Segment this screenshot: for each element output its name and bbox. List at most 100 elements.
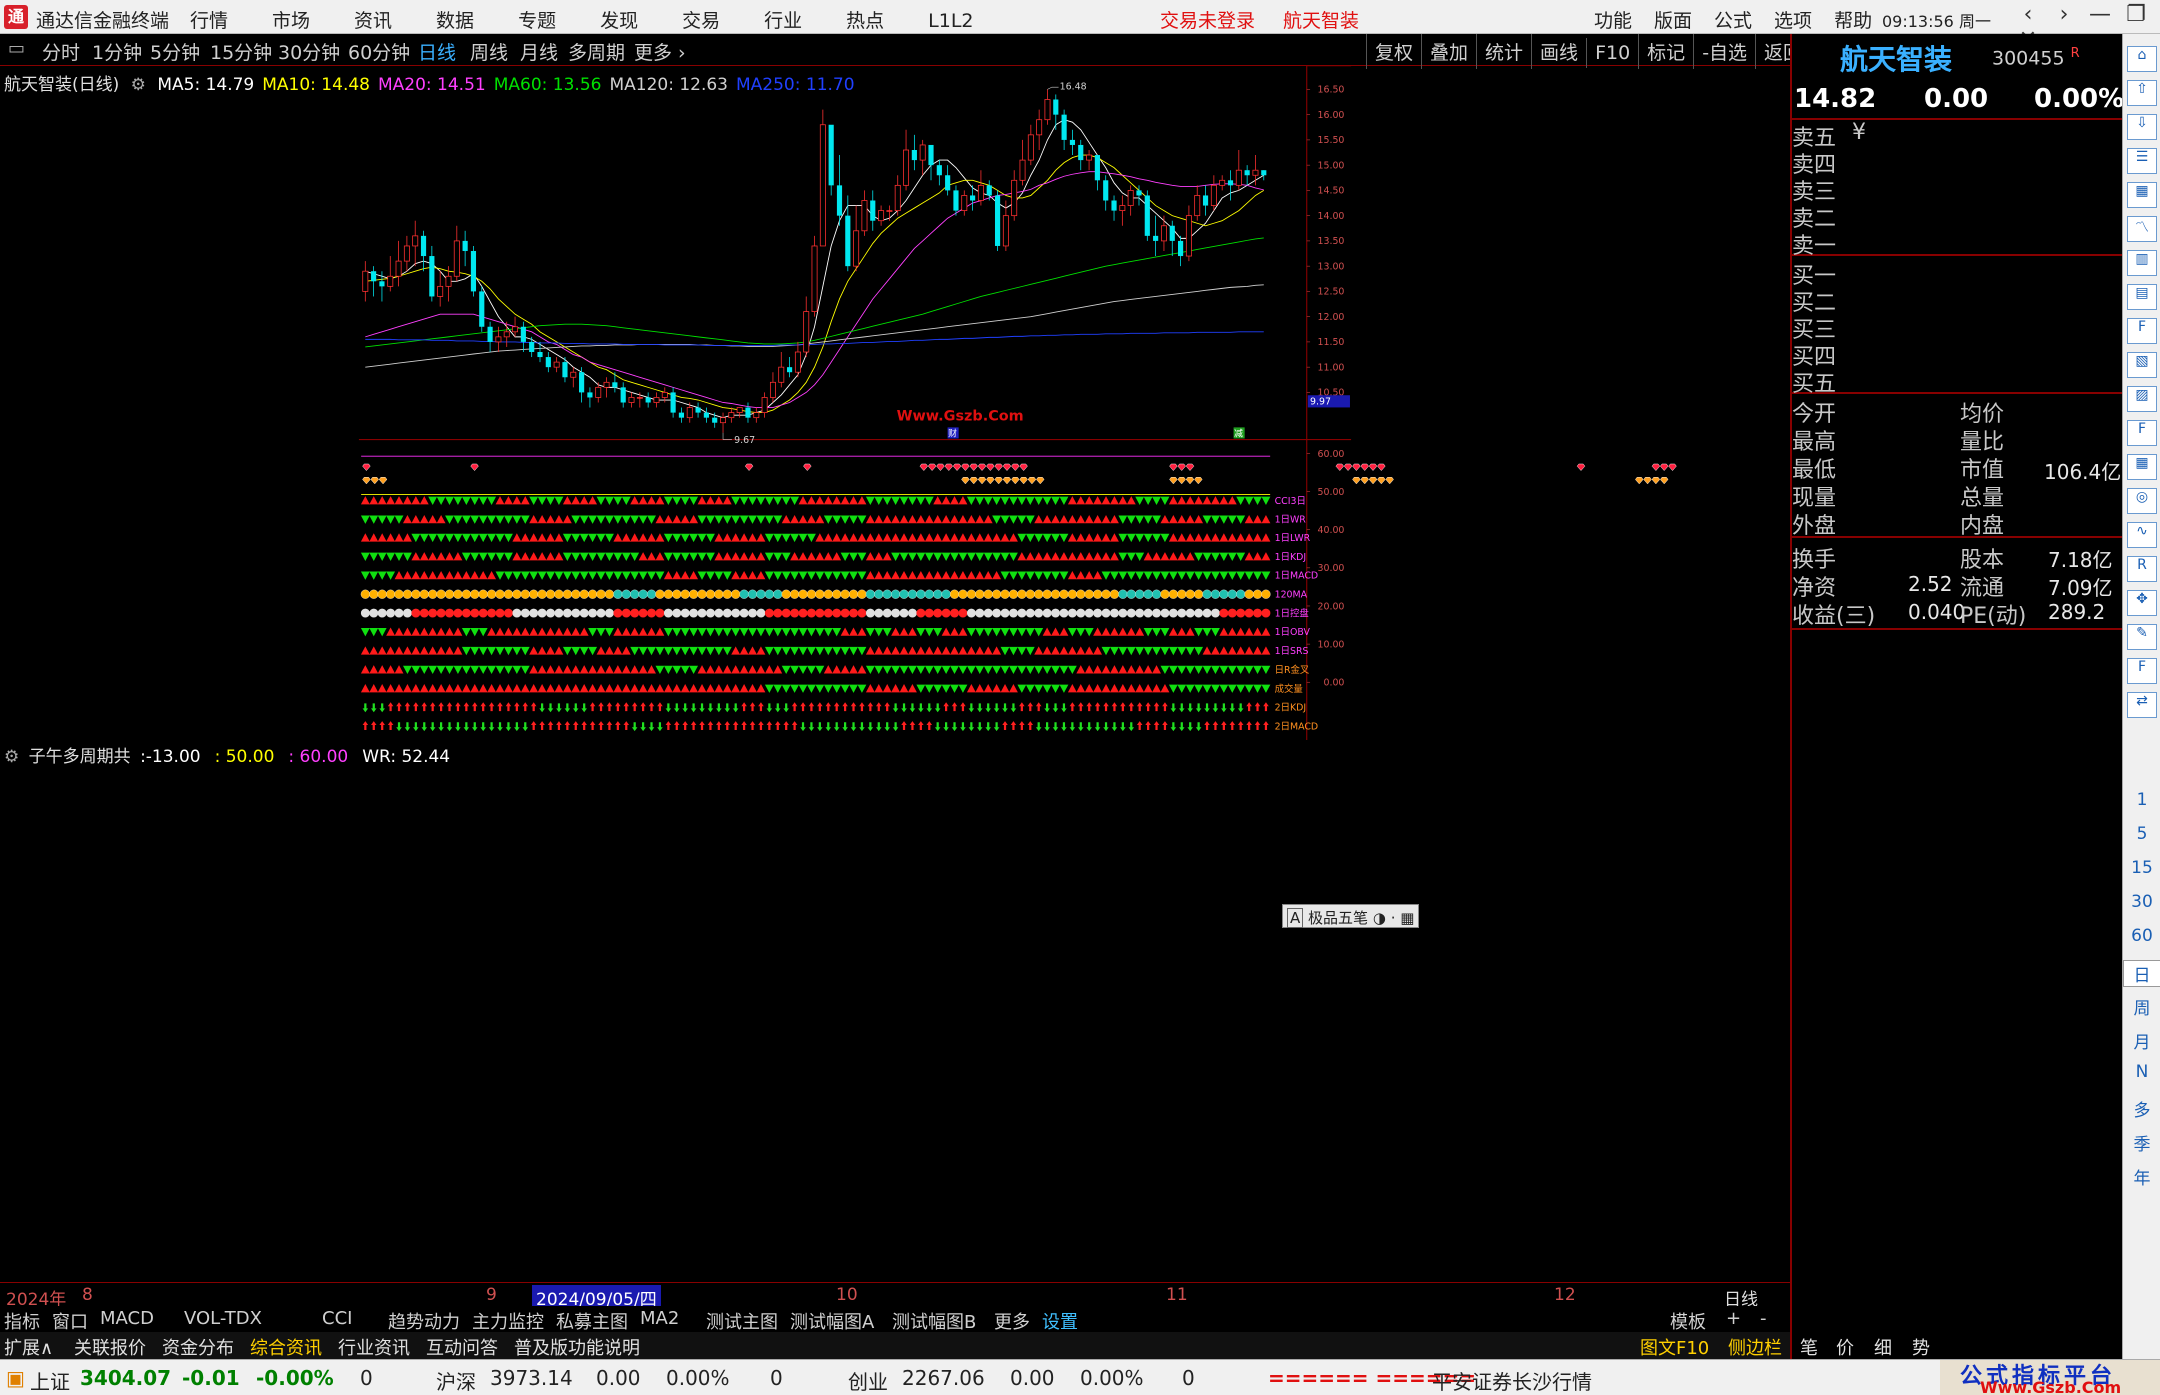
sidebar-period-0[interactable]: 1 bbox=[2123, 790, 2160, 810]
bottom-tab-1[interactable]: 关联报价 bbox=[74, 1334, 146, 1360]
bottom-tab-6[interactable]: 普及版功能说明 bbox=[514, 1334, 640, 1360]
chart-icon[interactable]: 〽 bbox=[2127, 216, 2157, 242]
formula-tab-0[interactable]: 指标 bbox=[4, 1308, 40, 1334]
formula-tab-7[interactable]: 私募主图 bbox=[556, 1308, 628, 1334]
bottom-right-3[interactable]: 价 bbox=[1836, 1334, 1854, 1360]
formula-right-2[interactable]: - bbox=[1760, 1308, 1767, 1329]
move-icon[interactable]: ✥ bbox=[2127, 590, 2157, 616]
ime-dot-button[interactable]: · bbox=[1391, 909, 1396, 927]
toolbar-item-0[interactable]: 复权 bbox=[1366, 34, 1421, 69]
period-tab-8[interactable]: 月线 bbox=[520, 38, 558, 65]
ime-moon-button[interactable]: ◑ bbox=[1373, 909, 1386, 927]
period-tab-4[interactable]: 30分钟 bbox=[278, 38, 340, 65]
sidebar-period-10[interactable]: 季 bbox=[2123, 1130, 2160, 1155]
right-menu-item-0[interactable]: 功能 bbox=[1594, 10, 1632, 32]
period-tab-6[interactable]: 日线 bbox=[418, 38, 456, 65]
kline-icon[interactable]: ▥ bbox=[2127, 250, 2157, 276]
forward-button[interactable]: › bbox=[2046, 2, 2082, 27]
period-tab-7[interactable]: 周线 bbox=[470, 38, 508, 65]
bottom-right-4[interactable]: 细 bbox=[1874, 1334, 1892, 1360]
fs-icon[interactable]: F bbox=[2127, 658, 2157, 684]
bottom-right-5[interactable]: 势 bbox=[1912, 1334, 1930, 1360]
file-icon[interactable]: ▨ bbox=[2127, 386, 2157, 412]
sidebar-period-6[interactable]: 周 bbox=[2123, 994, 2160, 1019]
formula-tab-13[interactable]: 设置 bbox=[1042, 1308, 1078, 1334]
period-tab-1[interactable]: 1分钟 bbox=[92, 38, 142, 65]
toolbar-item-3[interactable]: 画线 bbox=[1531, 34, 1586, 69]
period-tab-0[interactable]: 分时 bbox=[42, 38, 80, 65]
news-icon[interactable]: ▧ bbox=[2127, 352, 2157, 378]
menu-item-4[interactable]: 专题 bbox=[518, 10, 556, 32]
right-menu-item-4[interactable]: 帮助 bbox=[1834, 10, 1872, 32]
period-tab-9[interactable]: 多周期 bbox=[568, 38, 625, 65]
formula-tab-5[interactable]: 趋势动力 bbox=[388, 1308, 460, 1334]
formula-tab-12[interactable]: 更多 bbox=[994, 1308, 1030, 1334]
sidebar-period-2[interactable]: 15 bbox=[2123, 858, 2160, 878]
bottom-right-2[interactable]: 笔 bbox=[1800, 1334, 1818, 1360]
grid-icon[interactable]: ▦ bbox=[2127, 454, 2157, 480]
f10-icon[interactable]: F bbox=[2127, 318, 2157, 344]
formula-tab-1[interactable]: 窗口 bbox=[52, 1308, 88, 1334]
marker-cai[interactable]: 财 bbox=[948, 427, 957, 439]
sidebar-period-4[interactable]: 60 bbox=[2123, 926, 2160, 946]
grid-icon[interactable]: ▦ bbox=[2127, 182, 2157, 208]
status-item-1[interactable]: 航天智装 bbox=[1283, 10, 1359, 32]
swap-icon[interactable]: ⇄ bbox=[2127, 692, 2157, 718]
formula-tab-8[interactable]: MA2 bbox=[640, 1308, 679, 1329]
menu-item-6[interactable]: 交易 bbox=[682, 10, 720, 32]
doc-icon[interactable]: ▤ bbox=[2127, 284, 2157, 310]
settings-icon[interactable]: ⚙ bbox=[4, 747, 19, 767]
menu-item-5[interactable]: 发现 bbox=[600, 10, 638, 32]
period-tab-2[interactable]: 5分钟 bbox=[150, 38, 200, 65]
sidebar-period-3[interactable]: 30 bbox=[2123, 892, 2160, 912]
back-button[interactable]: ‹ bbox=[2010, 2, 2046, 27]
settings-icon[interactable]: ⚙ bbox=[131, 75, 146, 95]
ime-keyboard-button[interactable]: ▦ bbox=[1400, 909, 1414, 927]
list-icon[interactable]: ☰ bbox=[2127, 148, 2157, 174]
period-tab-3[interactable]: 15分钟 bbox=[210, 38, 272, 65]
ime-popup[interactable]: A 极品五笔 ◑ · ▦ bbox=[1282, 904, 1420, 928]
toolbar-item-1[interactable]: 叠加 bbox=[1421, 34, 1476, 69]
up-arrow-icon[interactable]: ⌂ bbox=[2127, 46, 2157, 72]
bottom-tab-4[interactable]: 行业资讯 bbox=[338, 1334, 410, 1360]
toolbar-item-2[interactable]: 统计 bbox=[1476, 34, 1531, 69]
formula-tab-6[interactable]: 主力监控 bbox=[472, 1308, 544, 1334]
right-menu-item-2[interactable]: 公式 bbox=[1714, 10, 1752, 32]
bottom-right-0[interactable]: 图文F10 bbox=[1640, 1334, 1709, 1360]
status-item-0[interactable]: 交易未登录 bbox=[1160, 10, 1255, 32]
formula-tab-11[interactable]: 测试幅图B bbox=[892, 1308, 976, 1334]
marker-jian[interactable]: 减 bbox=[1234, 427, 1243, 439]
menu-item-8[interactable]: 热点 bbox=[846, 10, 884, 32]
sidebar-period-8[interactable]: N bbox=[2123, 1062, 2160, 1082]
toolbar-item-4[interactable]: F10 bbox=[1586, 38, 1638, 68]
formula-right-0[interactable]: 模板 bbox=[1670, 1308, 1706, 1334]
sidebar-period-5[interactable]: 日 bbox=[2123, 960, 2160, 987]
menu-item-7[interactable]: 行业 bbox=[764, 10, 802, 32]
right-menu-item-3[interactable]: 选项 bbox=[1774, 10, 1812, 32]
toolbar-item-6[interactable]: -自选 bbox=[1693, 34, 1755, 69]
ime-a-button[interactable]: A bbox=[1287, 908, 1304, 928]
layout-icon[interactable]: ▭ bbox=[8, 38, 25, 59]
broker-name[interactable]: 平安证券长沙行情 bbox=[1432, 1366, 1592, 1395]
menu-item-0[interactable]: 行情 bbox=[190, 10, 228, 32]
circle-icon[interactable]: ◎ bbox=[2127, 488, 2157, 514]
formula-tab-4[interactable]: CCI bbox=[322, 1308, 352, 1329]
bottom-tab-2[interactable]: 资金分布 bbox=[162, 1334, 234, 1360]
menu-item-9[interactable]: L1L2 bbox=[928, 10, 973, 32]
sidebar-period-11[interactable]: 年 bbox=[2123, 1164, 2160, 1189]
up-arrow-icon[interactable]: ⇧ bbox=[2127, 80, 2157, 106]
bottom-tab-3[interactable]: 综合资讯 bbox=[250, 1334, 322, 1360]
period-tab-5[interactable]: 60分钟 bbox=[348, 38, 410, 65]
formula-tab-3[interactable]: VOL-TDX bbox=[184, 1308, 262, 1329]
f2-icon[interactable]: F bbox=[2127, 420, 2157, 446]
minimize-button[interactable]: — bbox=[2082, 2, 2118, 27]
toolbar-item-5[interactable]: 标记 bbox=[1638, 34, 1693, 69]
kline-chart[interactable]: 16.5016.0015.5015.0014.5014.0013.5013.00… bbox=[0, 66, 1710, 740]
sidebar-period-9[interactable]: 多 bbox=[2123, 1096, 2160, 1121]
bottom-tab-5[interactable]: 互动问答 bbox=[426, 1334, 498, 1360]
formula-tab-10[interactable]: 测试幅图A bbox=[790, 1308, 874, 1334]
formula-right-1[interactable]: + bbox=[1726, 1308, 1741, 1329]
wave-icon[interactable]: ∿ bbox=[2127, 522, 2157, 548]
pen-icon[interactable]: ✎ bbox=[2127, 624, 2157, 650]
bottom-tab-0[interactable]: 扩展∧ bbox=[4, 1334, 53, 1360]
